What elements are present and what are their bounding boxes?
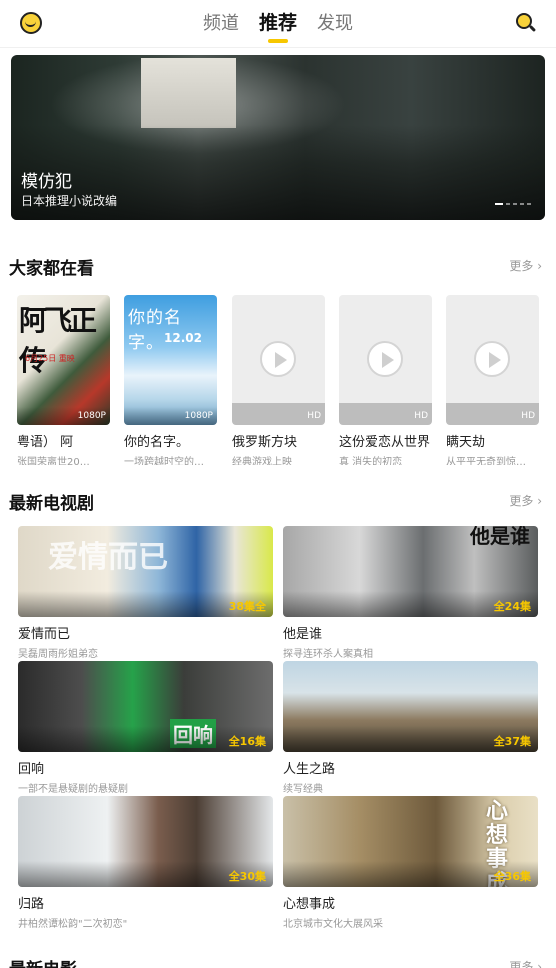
movie-title: 你的名字。 <box>124 435 190 450</box>
tv-thumbnail: 他是谁 全24集 <box>283 526 538 617</box>
play-placeholder-icon <box>367 341 403 377</box>
movie-card[interactable]: 你的名字。 12.02 1080P 你的名字。 一场跨越时空的… <box>124 295 217 465</box>
movie-title: 瞒天劫 <box>446 435 486 450</box>
movie-card[interactable]: 阿飞正传 6月25日 重映 1080P 粤语） 阿 张国荣离世20… <box>17 295 110 465</box>
banner-dot[interactable] <box>513 203 517 205</box>
banner-image <box>141 58 236 128</box>
tv-title: 心想事成 <box>283 897 336 912</box>
tv-desc: 续写经典 <box>283 784 323 795</box>
movie-title: 这份爱恋从世界 <box>339 435 431 450</box>
tv-title: 归路 <box>18 897 45 912</box>
movie-desc: 一场跨越时空的… <box>124 457 204 465</box>
movie-desc: 张国荣离世20… <box>17 457 90 465</box>
quality-badge: HD <box>521 411 535 421</box>
section-title-film: 最新电影 <box>9 955 77 968</box>
movie-poster-placeholder: HD <box>232 295 325 425</box>
movie-title: 粤语） 阿 <box>17 435 74 450</box>
tv-desc: 一部不是悬疑剧的悬疑剧 <box>18 784 128 795</box>
banner-subtitle: 日本推理小说改编 <box>21 194 118 208</box>
tv-card[interactable]: 他是谁 全24集 他是谁 探寻连环杀人案真相 <box>283 526 538 660</box>
banner-title: 模仿犯 <box>21 172 72 192</box>
tv-card[interactable]: 全30集 归路 井柏然谭松韵"二次初恋" <box>18 796 273 930</box>
banner-pagination <box>492 203 531 205</box>
more-link-watching[interactable]: 更多 › <box>509 257 542 274</box>
banner-dot[interactable] <box>520 203 524 205</box>
top-nav-bar: 频道 推荐 发现 <box>0 0 556 48</box>
tv-card[interactable]: 心想事成 全36集 心想事成 北京城市文化大展风采 <box>283 796 538 930</box>
quality-badge: HD <box>414 411 428 421</box>
movie-card[interactable]: HD 俄罗斯方块 经典游戏上映 <box>232 295 325 465</box>
tv-title: 回响 <box>18 762 45 777</box>
movie-poster: 阿飞正传 6月25日 重映 1080P <box>17 295 110 425</box>
movie-poster: 你的名字。 12.02 1080P <box>124 295 217 425</box>
more-link-tv[interactable]: 更多 › <box>509 492 542 509</box>
more-link-film[interactable]: 更多 › <box>509 958 542 968</box>
top-tabs: 频道 推荐 发现 <box>0 9 556 43</box>
quality-badge: 1080P <box>184 411 213 421</box>
tab-discover[interactable]: 发现 <box>317 10 353 40</box>
movie-poster-placeholder: HD <box>339 295 432 425</box>
tv-title: 人生之路 <box>283 762 336 777</box>
tv-desc: 探寻连环杀人案真相 <box>283 649 373 660</box>
tab-channels[interactable]: 频道 <box>203 10 239 40</box>
quality-badge: 1080P <box>77 411 106 421</box>
tv-title: 爱情而已 <box>18 627 71 642</box>
movie-title: 俄罗斯方块 <box>232 435 298 450</box>
play-placeholder-icon <box>474 341 510 377</box>
section-title-tv: 最新电视剧 <box>9 494 94 514</box>
tv-thumbnail: 心想事成 全36集 <box>283 796 538 887</box>
tv-title: 他是谁 <box>283 627 323 642</box>
quality-badge: HD <box>307 411 321 421</box>
banner-dot[interactable] <box>527 203 531 205</box>
tv-card[interactable]: 爱情而已 38集全 爱情而已 吴磊周雨彤姐弟恋 <box>18 526 273 660</box>
tv-thumbnail: 全30集 <box>18 796 273 887</box>
episode-badge: 全24集 <box>493 600 531 613</box>
episode-badge: 全36集 <box>493 870 531 883</box>
search-icon[interactable] <box>516 13 537 33</box>
banner-dot[interactable] <box>506 203 510 205</box>
movie-card[interactable]: HD 这份爱恋从世界 真 消失的初恋 <box>339 295 432 465</box>
episode-badge: 全37集 <box>493 735 531 748</box>
movie-desc: 经典游戏上映 <box>232 457 292 465</box>
hero-banner[interactable]: 模仿犯 日本推理小说改编 <box>11 55 545 220</box>
tv-thumbnail: 回响 全16集 <box>18 661 273 752</box>
section-title-watching: 大家都在看 <box>9 259 94 279</box>
movie-card[interactable]: HD 瞒天劫 从平平无奇到惊… <box>446 295 539 465</box>
episode-badge: 全30集 <box>228 870 266 883</box>
tab-recommended[interactable]: 推荐 <box>259 9 297 43</box>
movie-desc: 真 消失的初恋 <box>339 457 403 465</box>
movie-poster-placeholder: HD <box>446 295 539 425</box>
tv-thumbnail: 全37集 <box>283 661 538 752</box>
movie-desc: 从平平无奇到惊… <box>446 457 526 465</box>
movie-carousel[interactable]: 阿飞正传 6月25日 重映 1080P 粤语） 阿 张国荣离世20… 你的名字。… <box>17 295 556 465</box>
tv-thumbnail: 爱情而已 38集全 <box>18 526 273 617</box>
banner-dot[interactable] <box>495 203 503 205</box>
tv-desc: 北京城市文化大展风采 <box>283 919 383 930</box>
tv-desc: 井柏然谭松韵"二次初恋" <box>18 919 128 930</box>
episode-badge: 38集全 <box>228 600 266 613</box>
play-placeholder-icon <box>260 341 296 377</box>
tv-desc: 吴磊周雨彤姐弟恋 <box>18 649 98 660</box>
tv-card[interactable]: 回响 全16集 回响 一部不是悬疑剧的悬疑剧 <box>18 661 273 795</box>
tv-card[interactable]: 全37集 人生之路 续写经典 <box>283 661 538 795</box>
episode-badge: 全16集 <box>228 735 266 748</box>
